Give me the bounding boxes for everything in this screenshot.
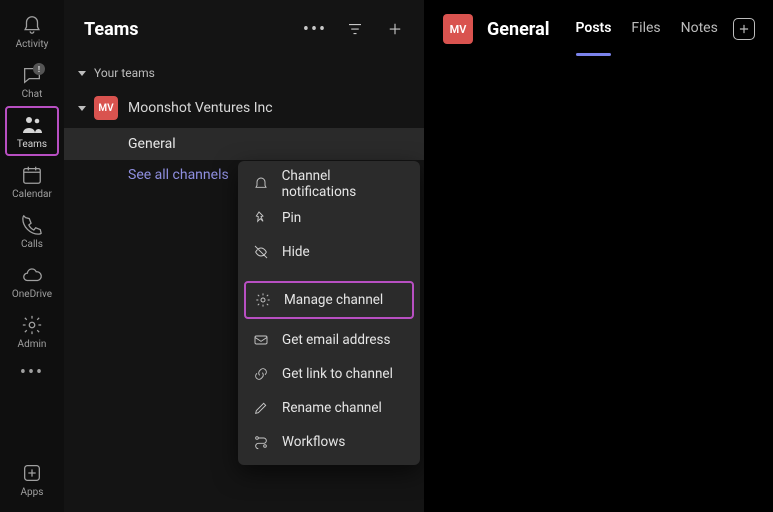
menu-pin[interactable]: Pin <box>238 201 420 235</box>
more-options-icon[interactable]: ••• <box>302 16 328 42</box>
phone-icon <box>20 213 44 237</box>
add-tab-button[interactable] <box>733 18 755 40</box>
team-avatar: MV <box>94 96 118 120</box>
caret-down-icon <box>78 106 86 111</box>
panel-title: Teams <box>84 19 302 40</box>
rail-teams[interactable]: Teams <box>5 106 59 156</box>
menu-label: Channel notifications <box>282 168 406 200</box>
menu-channel-notifications[interactable]: Channel notifications <box>238 167 420 201</box>
mail-icon <box>252 331 270 349</box>
rail-onedrive[interactable]: OneDrive <box>5 256 59 306</box>
rail-calls-label: Calls <box>21 239 43 250</box>
menu-label: Manage channel <box>284 292 383 308</box>
menu-hide[interactable]: Hide <box>238 235 420 269</box>
team-row[interactable]: MV Moonshot Ventures Inc <box>64 88 424 128</box>
filter-icon[interactable] <box>342 16 368 42</box>
rail-calls[interactable]: Calls <box>5 206 59 256</box>
channel-avatar: MV <box>443 14 473 44</box>
menu-label: Hide <box>282 244 310 260</box>
menu-label: Workflows <box>282 434 345 450</box>
rail-chat[interactable]: Chat <box>5 56 59 106</box>
create-team-icon[interactable] <box>382 16 408 42</box>
app-rail: Activity Chat Teams Calendar Calls OneDr… <box>0 0 64 512</box>
menu-workflows[interactable]: Workflows <box>238 425 420 459</box>
pin-icon <box>252 209 270 227</box>
hide-icon <box>252 243 270 261</box>
tab-notes[interactable]: Notes <box>681 20 718 39</box>
rail-calendar[interactable]: Calendar <box>5 156 59 206</box>
section-your-teams[interactable]: Your teams <box>64 58 424 88</box>
rail-apps[interactable]: Apps <box>5 454 59 504</box>
menu-label: Pin <box>282 210 301 226</box>
rail-activity-label: Activity <box>16 39 49 50</box>
tab-label: Notes <box>681 20 718 36</box>
rail-admin-label: Admin <box>18 339 47 350</box>
bell-icon <box>20 13 44 37</box>
flow-icon <box>252 433 270 451</box>
tab-label: Posts <box>576 20 612 36</box>
main-content: MV General Posts Files Notes <box>425 0 773 512</box>
admin-icon <box>20 313 44 337</box>
channel-label: General <box>128 136 176 152</box>
rail-calendar-label: Calendar <box>12 189 52 200</box>
menu-label: Get email address <box>282 332 391 348</box>
bell-icon <box>252 175 270 193</box>
tab-files[interactable]: Files <box>631 20 660 39</box>
rail-admin[interactable]: Admin <box>5 306 59 356</box>
menu-get-link[interactable]: Get link to channel <box>238 357 420 391</box>
cloud-icon <box>20 263 44 287</box>
team-name: Moonshot Ventures Inc <box>128 100 273 116</box>
pencil-icon <box>252 399 270 417</box>
calendar-icon <box>20 163 44 187</box>
menu-get-email[interactable]: Get email address <box>238 323 420 357</box>
rail-teams-label: Teams <box>17 139 47 150</box>
menu-label: Get link to channel <box>282 366 393 382</box>
menu-rename[interactable]: Rename channel <box>238 391 420 425</box>
rail-activity[interactable]: Activity <box>5 6 59 56</box>
section-label: Your teams <box>94 66 155 80</box>
plus-icon <box>737 22 751 36</box>
chat-alert-badge-icon <box>33 63 45 75</box>
channel-tabs: Posts Files Notes <box>576 20 718 39</box>
channel-general[interactable]: General <box>64 128 424 160</box>
menu-manage-channel[interactable]: Manage channel <box>244 281 414 319</box>
apps-icon <box>20 461 44 485</box>
menu-label: Rename channel <box>282 400 382 416</box>
channel-title: General <box>487 19 550 40</box>
channel-context-menu: Channel notifications Pin Hide Manage ch… <box>238 161 420 465</box>
see-all-label: See all channels <box>128 167 229 183</box>
gear-icon <box>254 291 272 309</box>
teams-panel: Teams ••• Your teams MV Moonshot Venture… <box>64 0 425 512</box>
rail-more-icon[interactable]: ••• <box>20 362 44 383</box>
rail-onedrive-label: OneDrive <box>12 289 52 300</box>
rail-chat-label: Chat <box>22 89 43 100</box>
tab-posts[interactable]: Posts <box>576 20 612 39</box>
caret-down-icon <box>78 71 86 76</box>
main-header: MV General Posts Files Notes <box>425 0 773 58</box>
rail-apps-label: Apps <box>21 487 44 498</box>
panel-header: Teams ••• <box>64 0 424 58</box>
tab-label: Files <box>631 20 660 36</box>
link-icon <box>252 365 270 383</box>
teams-icon <box>20 113 44 137</box>
